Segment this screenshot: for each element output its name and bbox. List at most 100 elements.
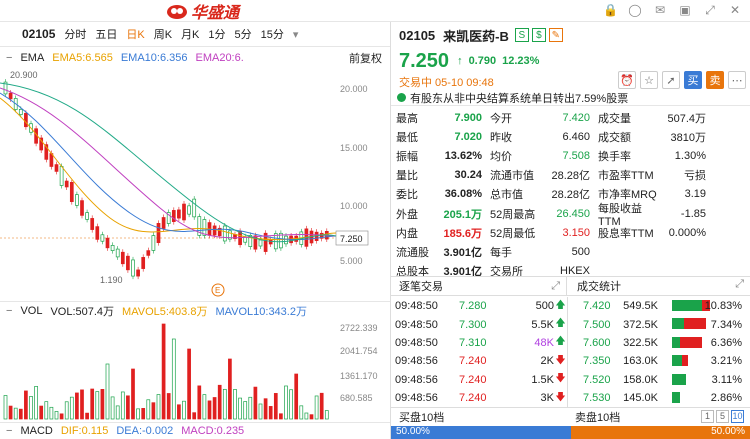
shrink-icon[interactable]: ⤢	[703, 3, 717, 18]
stat-value: 185.6万	[443, 227, 482, 240]
fill-price: 7.500	[583, 318, 611, 331]
depth-5-button[interactable]: 5	[716, 410, 729, 423]
notice-bar[interactable]: 有股东从非中央结算系统单日转出7.59%股票	[391, 90, 750, 106]
tab-1min[interactable]: 1分	[208, 26, 225, 42]
depth-10-button[interactable]: 10	[731, 410, 744, 423]
stock-code: 02105	[22, 27, 56, 41]
trade-qty: 1.5K	[531, 373, 554, 386]
tab-15min[interactable]: 15分	[261, 26, 284, 42]
macd-label[interactable]: MACD	[20, 425, 52, 437]
volume-bar	[126, 395, 130, 420]
volume-bar	[222, 388, 227, 420]
lock-icon[interactable]: 🔒	[603, 3, 618, 18]
tab-fills[interactable]: 成交统计	[577, 281, 621, 293]
trade-price: 7.310	[459, 336, 487, 349]
vol-value: VOL:507.4万	[50, 305, 115, 318]
more-icon[interactable]: ⋯	[728, 71, 746, 89]
fill-row: 7.520 158.0K 3.11%	[568, 371, 750, 389]
trade-qty: 3K	[540, 392, 554, 405]
volume-bar	[304, 412, 309, 420]
vol-axis-label: 2722.339	[340, 323, 378, 333]
volume-bar	[289, 389, 293, 420]
stat-label: 换手率	[598, 150, 631, 163]
volume-bar	[217, 384, 222, 420]
mail-icon[interactable]: ✉	[653, 3, 667, 18]
tab-5day[interactable]: 五日	[95, 26, 117, 42]
vol-label[interactable]: VOL	[20, 305, 42, 317]
stat-value: 亏损	[684, 170, 706, 183]
collapse-icon[interactable]: −	[6, 305, 12, 317]
notice-icon	[397, 93, 406, 102]
stat-label: 最高	[396, 112, 418, 125]
volume-bar	[151, 402, 156, 420]
orderbook-tabs: 买盘10档 卖盘10档 1 5 10	[391, 407, 750, 425]
stat-value: 7.420	[562, 111, 590, 124]
stat-value: 7.900	[454, 111, 482, 124]
volume-bar	[268, 406, 273, 420]
stat-label: 成交量	[598, 112, 631, 125]
stat-label: 今开	[490, 112, 512, 125]
stat-row: 最低 7.020 昨收 6.460 成交额 3810万	[391, 127, 750, 146]
sell-button[interactable]: 卖	[706, 71, 724, 89]
adjust-select[interactable]: 前复权	[349, 50, 382, 66]
expand-icon[interactable]: ⤢	[551, 280, 560, 293]
fill-pct: 6.36%	[710, 336, 742, 349]
chevron-down-icon[interactable]: ▾	[293, 28, 299, 41]
buy-button[interactable]: 买	[684, 71, 702, 89]
stat-value: 3.901亿	[443, 246, 482, 259]
axis-label: 15.000	[340, 143, 368, 153]
share-icon[interactable]: ➚	[662, 71, 680, 89]
vol-axis-label: 680.585	[340, 393, 373, 403]
volume-bar	[90, 388, 95, 420]
mavol5-value: MAVOL5:403.8万	[122, 305, 208, 318]
shirt-icon[interactable]: ▣	[678, 3, 692, 18]
tab-buy10[interactable]: 买盘10档	[391, 409, 567, 425]
candle	[64, 180, 69, 188]
volume-bar	[115, 405, 120, 420]
volume-bar	[18, 408, 23, 420]
star-icon[interactable]: ☆	[640, 71, 658, 89]
up-arrow-icon: ↑	[457, 55, 463, 67]
kline-chart[interactable]: 20.900 1.190 20.000 15.000 10.000 5.000 …	[0, 68, 390, 300]
trade-qty: 48K	[534, 336, 554, 349]
volume-bar	[243, 401, 248, 420]
macd-value: MACD:0.235	[181, 425, 245, 437]
volume-bar	[228, 358, 232, 420]
volume-bar	[8, 405, 13, 420]
ema-label[interactable]: EMA	[20, 52, 44, 64]
stat-label: 外盘	[396, 208, 418, 221]
close-icon[interactable]: ✕	[728, 3, 742, 18]
expand-icon[interactable]: ⤢	[735, 278, 744, 291]
candle	[146, 250, 151, 256]
stat-label: 市盈率TTM	[598, 170, 654, 183]
collapse-icon[interactable]: −	[6, 425, 12, 437]
note-tag[interactable]: ✎	[548, 28, 563, 42]
tab-intraday[interactable]: 分时	[64, 26, 86, 42]
volume-chart[interactable]: 2722.339 2041.754 1361.170 680.585	[0, 319, 390, 421]
tab-5min[interactable]: 5分	[235, 26, 252, 42]
trade-row: 09:48:56 7.240 2K 🡇	[391, 352, 567, 370]
tab-trades[interactable]: 逐笔交易	[399, 278, 443, 294]
headset-icon[interactable]: ◯	[628, 3, 642, 18]
candle	[187, 205, 191, 215]
fill-row: 7.530 145.0K 2.86%	[568, 389, 750, 407]
collapse-icon[interactable]: −	[6, 52, 12, 64]
stat-label: 流通市值	[490, 170, 534, 183]
alert-icon[interactable]: ⏰	[618, 71, 636, 89]
fill-bar-buy	[672, 318, 684, 330]
quote-code: 02105	[399, 27, 436, 43]
ema-row: − EMA EMA5:6.565 EMA10:6.356 EMA20:6. 前复…	[0, 48, 390, 68]
stat-label: 52周最高	[490, 208, 536, 221]
sell-ratio: 50.00%	[570, 426, 750, 439]
margin-tag[interactable]: $	[531, 28, 546, 42]
shortsell-tag[interactable]: S	[514, 28, 529, 42]
up-arrow-icon: 🡅	[555, 299, 566, 311]
fill-price: 7.420	[583, 300, 611, 313]
tab-monthly[interactable]: 月K	[181, 26, 199, 42]
tab-daily[interactable]: 日K	[126, 26, 144, 42]
stat-value: 7.508	[562, 149, 590, 162]
volume-bar	[69, 396, 74, 420]
depth-1-button[interactable]: 1	[701, 410, 714, 423]
trades-list: 09:48:50 7.280 500 🡅 09:48:50 7.300 5.5K 🡅 09:48…	[391, 297, 567, 407]
tab-weekly[interactable]: 周K	[154, 26, 172, 42]
